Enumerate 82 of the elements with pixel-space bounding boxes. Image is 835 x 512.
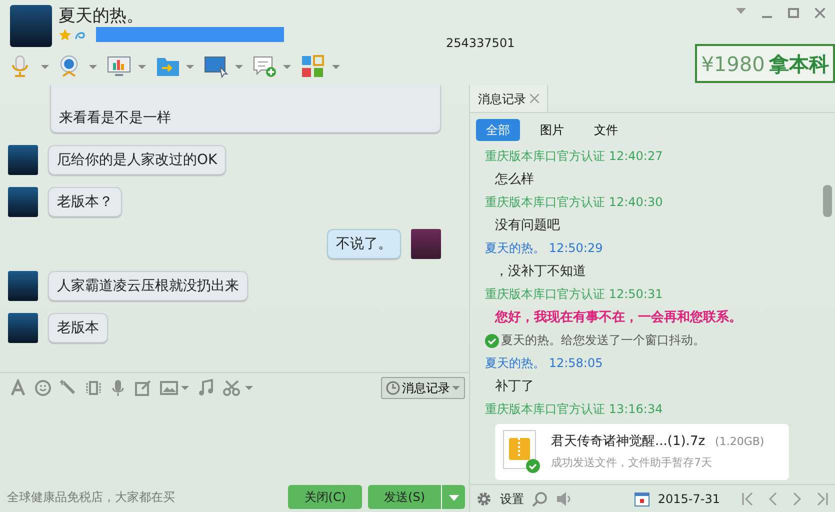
font-icon[interactable] [10, 378, 26, 396]
message-header: 重庆版本库口官方认证 12:40:30 [485, 194, 664, 211]
filter-tab[interactable]: 图片 [530, 119, 574, 141]
message-bubble: 厄给你的是人家改过的OK [48, 145, 226, 175]
scrollbar-thumb[interactable] [823, 185, 832, 217]
image-icon[interactable] [160, 380, 178, 396]
scissors-icon[interactable] [223, 380, 242, 396]
speaker-icon[interactable] [556, 490, 572, 506]
vibrate-icon[interactable] [85, 378, 101, 396]
message-bubble: 人家霸道凌云压根就没扔出来 [48, 271, 248, 301]
message-bubble: 老版本 [48, 313, 108, 343]
caret-icon[interactable] [40, 64, 48, 70]
caret-icon[interactable] [452, 384, 460, 390]
calendar-icon[interactable] [634, 490, 650, 506]
contact-avatar [10, 5, 52, 47]
caret-icon[interactable] [138, 64, 146, 70]
message-header: 重庆版本库口官方认证 12:40:27 [485, 148, 664, 165]
maximize-icon[interactable] [788, 8, 799, 18]
app-grid-icon[interactable] [301, 55, 325, 78]
contact-number: 254337501 [446, 35, 515, 52]
message-text: ，没补丁不知道 [494, 263, 587, 281]
close-icon[interactable] [530, 94, 539, 103]
caret-icon[interactable] [234, 64, 242, 70]
caret-icon [448, 495, 458, 501]
monitor-cursor-icon[interactable] [204, 55, 228, 78]
user-avatar [8, 187, 38, 217]
music-note-icon[interactable] [198, 378, 214, 396]
filter-tab[interactable]: 全部 [476, 119, 520, 141]
ad-price: ¥1980 [701, 50, 765, 78]
file-status: 成功发送文件，文件助手暂存7天 [551, 455, 713, 472]
history-label: 消息记录 [402, 380, 450, 396]
ad-text: 拿本科 [768, 50, 829, 78]
message-header: 夏天的热。 12:50:29 [485, 240, 604, 257]
smiley-icon[interactable] [35, 378, 51, 396]
close-icon[interactable] [815, 8, 825, 18]
file-name: 君天传奇诸神觉醒...(1).7z [551, 433, 706, 452]
user-avatar [8, 313, 38, 343]
monitor-chart-icon[interactable] [107, 55, 131, 78]
message-bubble: 老版本？ [48, 187, 122, 217]
message-header: 重庆版本库口官方认证 13:16:34 [485, 401, 664, 418]
user-avatar [8, 145, 38, 175]
close-button[interactable]: 关闭(C) [288, 485, 362, 509]
clock-icon [386, 380, 400, 394]
date-label[interactable]: 2015-7-31 [658, 490, 720, 508]
user-avatar [8, 271, 38, 301]
search-icon[interactable] [532, 490, 548, 506]
history-tab[interactable]: 消息记录 [470, 85, 548, 112]
ad-text: 全球健康品免税店，大家都在买 [7, 489, 176, 506]
zip-file-icon [503, 430, 541, 474]
history-button[interactable]: 消息记录 [381, 376, 465, 398]
message-text: 补丁了 [494, 378, 535, 396]
send-options-button[interactable] [441, 485, 465, 509]
caret-icon[interactable] [186, 64, 194, 70]
message-bubble: 不说了。 [327, 229, 401, 259]
auto-reply-text: 您好，我现在有事不在，一会再和您联系。 [494, 308, 743, 327]
dropdown-icon[interactable] [736, 8, 746, 14]
system-notice: 夏天的热。给您发送了一个窗口抖动。 [501, 332, 705, 349]
caret-icon[interactable] [283, 64, 291, 70]
contact-name: 夏天的热。 [58, 5, 144, 27]
message-header: 重庆版本库口官方认证 12:50:31 [485, 286, 664, 303]
gear-icon[interactable] [476, 490, 492, 506]
settings-link[interactable]: 设置 [500, 490, 524, 508]
caret-icon[interactable] [332, 64, 340, 70]
microphone-icon[interactable] [110, 378, 126, 396]
send-button[interactable]: 发送(S) [368, 485, 441, 509]
check-circle-icon [485, 334, 499, 348]
edit-icon[interactable] [135, 378, 151, 396]
message-text: 没有问题吧 [494, 217, 561, 235]
file-size: (1.20GB) [715, 434, 764, 450]
caret-icon[interactable] [181, 384, 190, 390]
tab-label: 消息记录 [478, 90, 526, 108]
message-text: 怎么样 [494, 171, 535, 189]
message-plus-icon[interactable] [252, 55, 276, 78]
folder-arrow-icon[interactable] [156, 55, 180, 78]
caret-icon[interactable] [89, 64, 97, 70]
user-avatar [411, 229, 441, 259]
caret-icon[interactable] [244, 384, 252, 390]
magic-wand-icon[interactable] [60, 378, 76, 396]
filter-tab[interactable]: 文件 [584, 119, 628, 141]
message-header: 夏天的热。 12:58:05 [485, 355, 604, 372]
star-icon [58, 28, 70, 40]
message-bubble: 来看看是不是一样 [50, 85, 441, 133]
